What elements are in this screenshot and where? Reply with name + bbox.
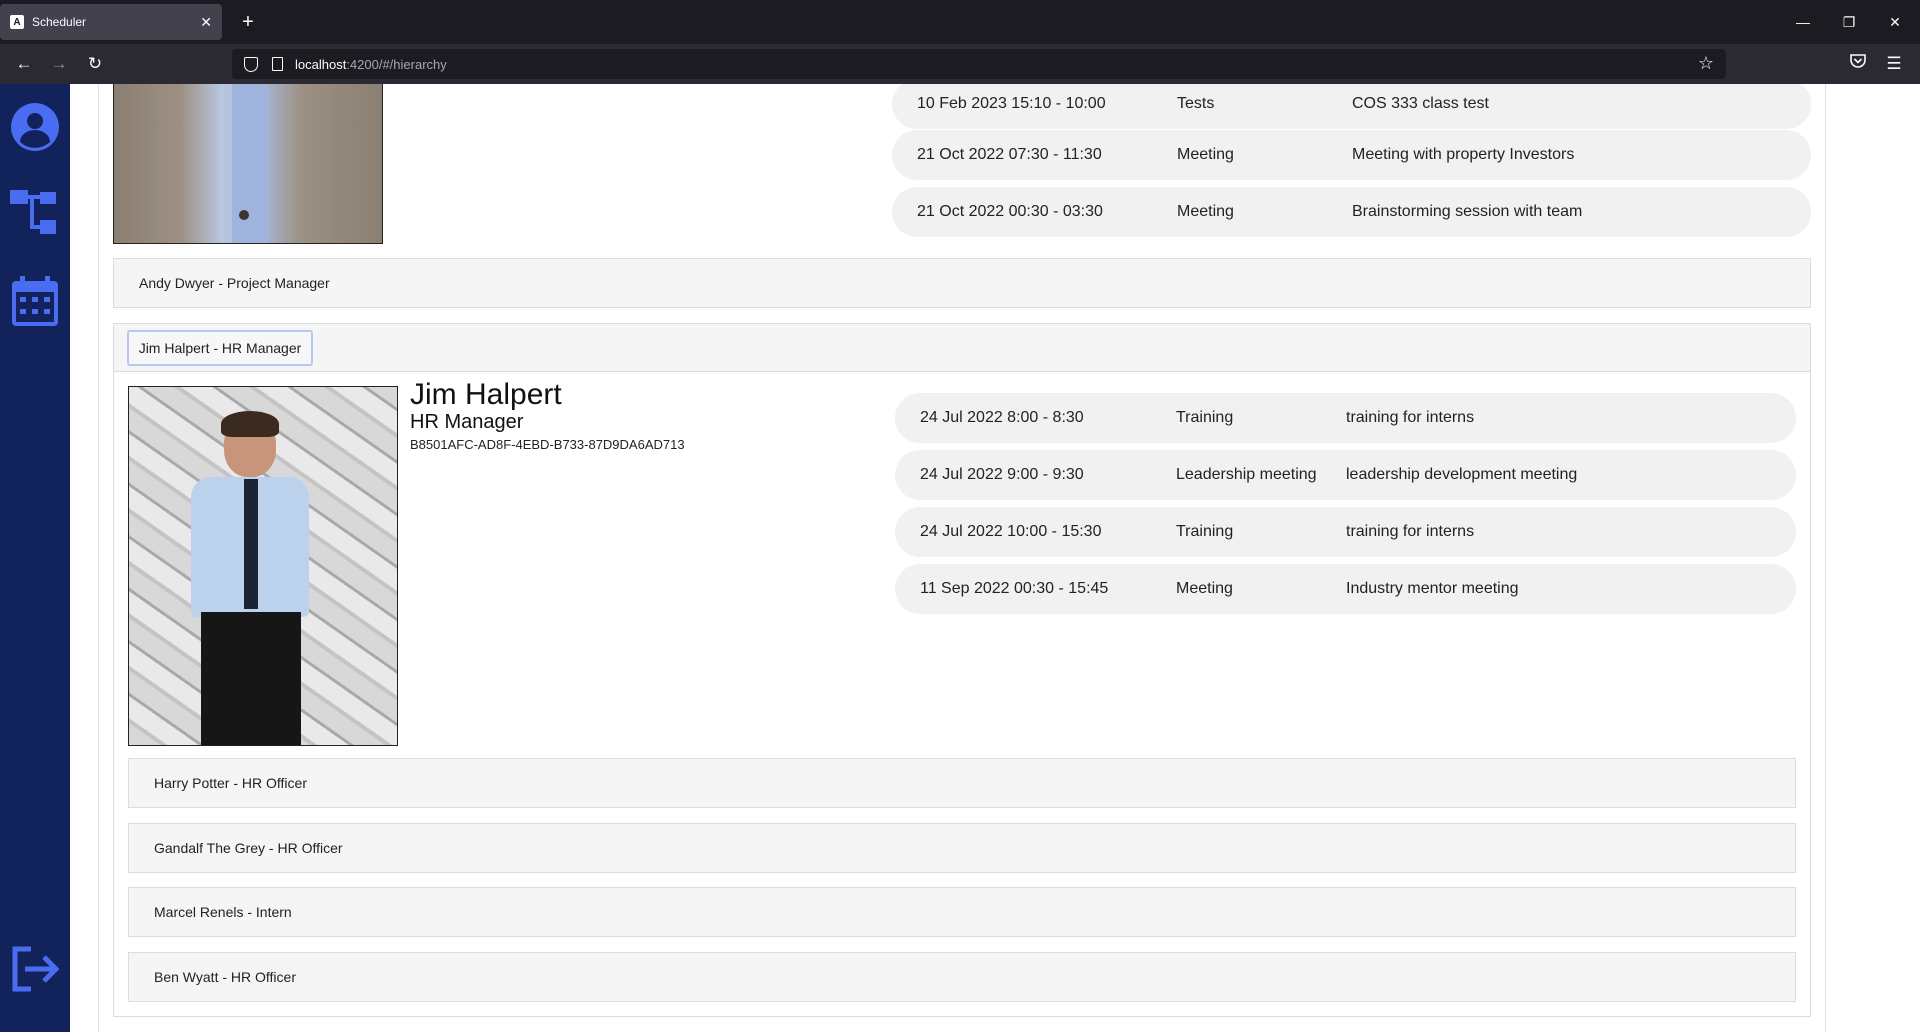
minimize-icon[interactable]: — [1780, 0, 1826, 44]
accordion-label: Ben Wyatt - HR Officer [154, 969, 296, 985]
reload-icon[interactable]: ↻ [83, 52, 107, 76]
event-description: Meeting with property Investors [1352, 146, 1575, 163]
accordion-andy-dwyer[interactable]: Andy Dwyer - Project Manager [113, 258, 1811, 308]
event-row[interactable]: 24 Jul 2022 9:00 - 9:30 Leadership meeti… [895, 450, 1796, 500]
event-date: 24 Jul 2022 10:00 - 15:30 [920, 523, 1102, 540]
hierarchy-nav-item[interactable] [0, 190, 70, 236]
previous-person-photo [113, 84, 383, 244]
event-row[interactable]: 24 Jul 2022 8:00 - 8:30 Training trainin… [895, 393, 1796, 443]
event-description: Industry mentor meeting [1346, 580, 1519, 597]
logout-icon [12, 946, 59, 992]
event-date: 24 Jul 2022 9:00 - 9:30 [920, 466, 1084, 483]
event-row[interactable]: 11 Sep 2022 00:30 - 15:45 Meeting Indust… [895, 564, 1796, 614]
event-type: Tests [1177, 95, 1215, 112]
calendar-nav-item[interactable] [0, 276, 70, 326]
url-host: localhost [295, 56, 347, 72]
event-type: Training [1176, 523, 1234, 540]
forward-icon[interactable]: → [47, 52, 71, 76]
back-icon[interactable]: ← [12, 52, 36, 76]
accordion-label: Gandalf The Grey - HR Officer [154, 840, 343, 856]
person-id: B8501AFC-AD8F-4EBD-B733-87D9DA6AD713 [410, 437, 685, 452]
menu-icon[interactable]: ☰ [1882, 52, 1906, 76]
jim-halpert-tab[interactable]: Jim Halpert - HR Manager [127, 330, 313, 366]
app-sidebar [0, 84, 70, 1032]
event-description: training for interns [1346, 523, 1475, 540]
event-row[interactable]: 10 Feb 2023 15:10 - 10:00 Tests COS 333 … [892, 84, 1811, 129]
accordion-label: Marcel Renels - Intern [154, 904, 292, 920]
new-tab-icon[interactable]: + [236, 10, 260, 34]
accordion-marcel-renels[interactable]: Marcel Renels - Intern [128, 887, 1796, 937]
profile-nav-item[interactable] [0, 102, 70, 152]
address-bar[interactable]: localhost:4200/#/hierarchy ☆ [232, 49, 1726, 79]
event-date: 10 Feb 2023 15:10 - 10:00 [917, 95, 1106, 112]
accordion-harry-potter[interactable]: Harry Potter - HR Officer [128, 758, 1796, 808]
jim-halpert-photo [128, 386, 398, 746]
browser-nav-bar: ← → ↻ localhost:4200/#/hierarchy ☆ ☰ [0, 44, 1920, 84]
user-circle-icon [11, 103, 59, 151]
angular-favicon-icon: A [10, 15, 24, 29]
event-row[interactable]: 24 Jul 2022 10:00 - 15:30 Training train… [895, 507, 1796, 557]
browser-tab[interactable]: A Scheduler ✕ [0, 4, 222, 40]
event-row[interactable]: 21 Oct 2022 00:30 - 03:30 Meeting Brains… [892, 187, 1811, 237]
tracking-protection-icon[interactable] [244, 56, 258, 72]
event-date: 21 Oct 2022 07:30 - 11:30 [917, 146, 1102, 163]
event-type: Meeting [1176, 580, 1233, 597]
tab-title: Scheduler [32, 15, 87, 29]
event-description: leadership development meeting [1346, 466, 1578, 483]
accordion-gandalf-the-grey[interactable]: Gandalf The Grey - HR Officer [128, 823, 1796, 873]
accordion-ben-wyatt[interactable]: Ben Wyatt - HR Officer [128, 952, 1796, 1002]
close-tab-icon[interactable]: ✕ [200, 14, 212, 31]
event-description: training for interns [1346, 409, 1475, 426]
event-type: Meeting [1177, 203, 1234, 220]
event-date: 24 Jul 2022 8:00 - 8:30 [920, 409, 1084, 426]
jim-tab-label: Jim Halpert - HR Manager [138, 340, 302, 356]
event-date: 11 Sep 2022 00:30 - 15:45 [920, 580, 1109, 597]
person-role: HR Manager [410, 411, 524, 433]
hierarchy-icon [10, 190, 56, 234]
event-description: COS 333 class test [1352, 95, 1489, 112]
panel-header [114, 324, 1810, 372]
hierarchy-page: 10 Feb 2023 15:10 - 10:00 Tests COS 333 … [70, 84, 1920, 1032]
page-info-icon[interactable] [272, 57, 283, 71]
event-type: Training [1176, 409, 1234, 426]
restore-icon[interactable]: ❐ [1826, 0, 1872, 44]
calendar-icon [12, 276, 58, 326]
event-date: 21 Oct 2022 00:30 - 03:30 [917, 203, 1103, 220]
event-description: Brainstorming session with team [1352, 203, 1583, 220]
browser-tab-bar: A Scheduler ✕ + — ❐ ✕ [0, 0, 1920, 44]
person-name: Jim Halpert [410, 378, 562, 411]
event-type: Leadership meeting [1176, 466, 1317, 483]
accordion-label: Andy Dwyer - Project Manager [139, 275, 330, 291]
event-type: Meeting [1177, 146, 1234, 163]
accordion-label: Harry Potter - HR Officer [154, 775, 307, 791]
url-path: :4200/#/hierarchy [346, 56, 447, 72]
logout-nav-item[interactable] [0, 946, 70, 992]
bookmark-star-icon[interactable]: ☆ [1698, 53, 1714, 74]
event-row[interactable]: 21 Oct 2022 07:30 - 11:30 Meeting Meetin… [892, 130, 1811, 180]
close-window-icon[interactable]: ✕ [1872, 0, 1918, 44]
pocket-icon[interactable] [1846, 52, 1870, 76]
